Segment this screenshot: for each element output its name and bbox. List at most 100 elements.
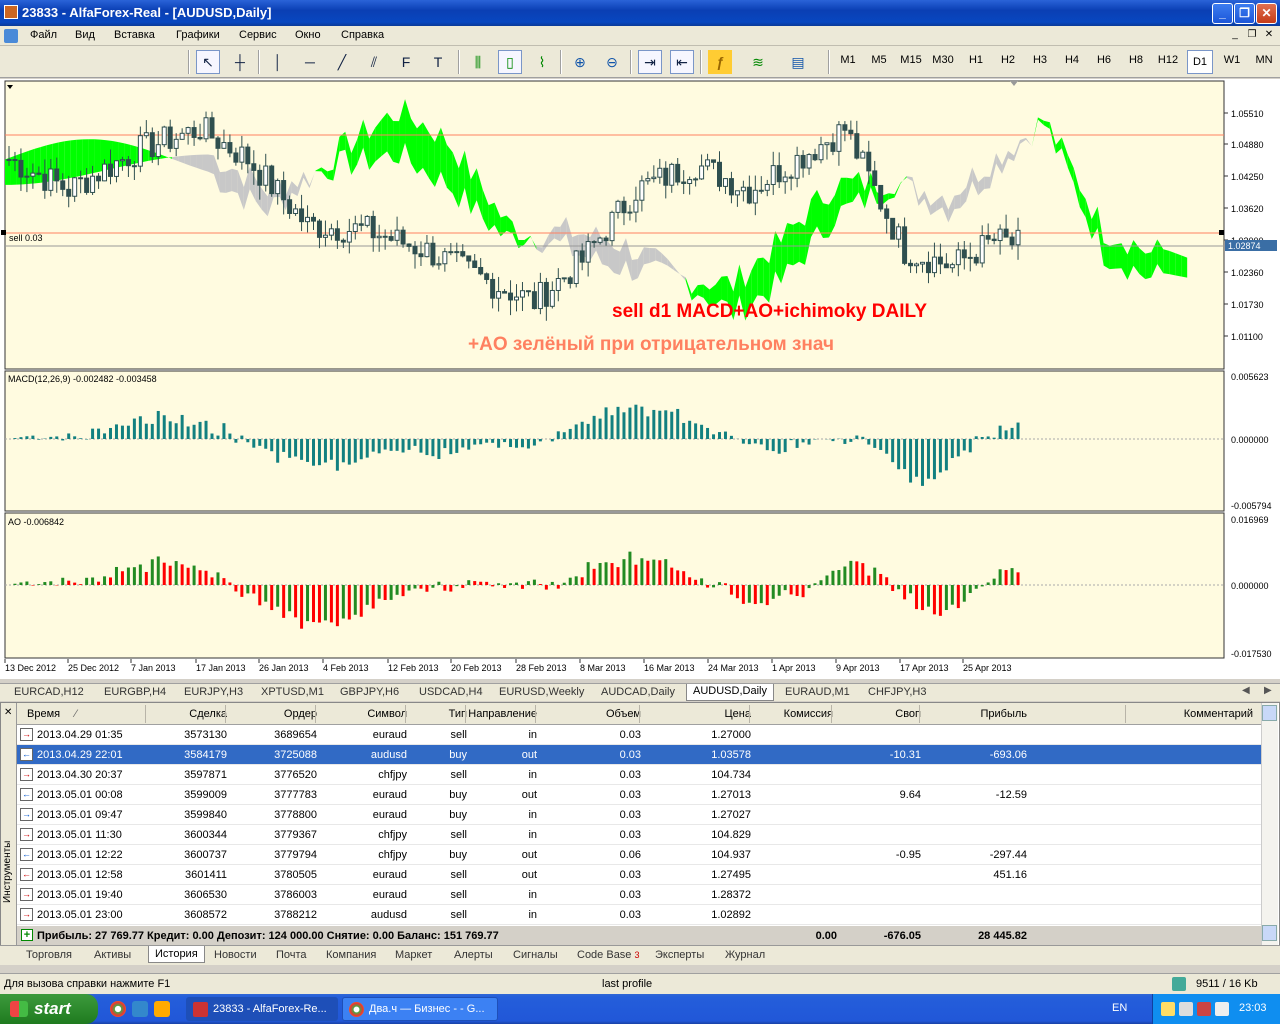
column-header[interactable]: Тип bbox=[407, 708, 467, 720]
minimize-button[interactable]: _ bbox=[1212, 3, 1233, 24]
timeframe-h3[interactable]: H3 bbox=[1027, 54, 1053, 66]
chart-window-icon[interactable] bbox=[4, 29, 18, 43]
ie-icon[interactable] bbox=[132, 1001, 148, 1017]
zoom-in-icon[interactable]: ⊕ bbox=[568, 50, 592, 74]
timeframe-h12[interactable]: H12 bbox=[1155, 54, 1181, 66]
timeframe-h8[interactable]: H8 bbox=[1123, 54, 1149, 66]
column-header[interactable]: Сделка bbox=[147, 708, 227, 720]
column-header[interactable]: Комиссия bbox=[751, 708, 833, 720]
terminal-tab[interactable]: Компания bbox=[326, 949, 376, 961]
timeframe-m30[interactable]: M30 bbox=[930, 54, 956, 66]
table-row[interactable]: → 2013.04.29 01:35 3573130 3689654 euraud sel… bbox=[17, 725, 1261, 745]
timeframe-h6[interactable]: H6 bbox=[1091, 54, 1117, 66]
timeframe-m5[interactable]: M5 bbox=[866, 54, 892, 66]
timeframe-mn[interactable]: MN bbox=[1251, 54, 1277, 66]
chart-tab[interactable]: XPTUSD,M1 bbox=[255, 685, 330, 701]
table-row[interactable]: ← 2013.05.01 12:22 3600737 3779794 chfjpy buy… bbox=[17, 845, 1261, 865]
terminal-tab[interactable]: Журнал bbox=[725, 949, 765, 961]
table-row[interactable]: → 2013.04.30 20:37 3597871 3776520 chfjpy sel… bbox=[17, 765, 1261, 785]
mdi-restore-button[interactable]: ❐ bbox=[1245, 28, 1259, 42]
terminal-tab[interactable]: Алерты bbox=[454, 949, 493, 961]
menu-tools[interactable]: Сервис bbox=[239, 29, 277, 41]
table-row[interactable]: → 2013.05.01 19:40 3606530 3786003 euraud sel… bbox=[17, 885, 1261, 905]
chart-tab[interactable]: EURCAD,H12 bbox=[8, 685, 90, 701]
timeframe-m15[interactable]: M15 bbox=[898, 54, 924, 66]
start-button[interactable]: start bbox=[0, 994, 98, 1024]
column-header[interactable]: Прибыль bbox=[921, 708, 1027, 720]
volume-icon[interactable] bbox=[1215, 1002, 1229, 1016]
cursor-icon[interactable]: ↖ bbox=[196, 50, 220, 74]
timeframe-h1[interactable]: H1 bbox=[963, 54, 989, 66]
templates-icon[interactable]: ▤ bbox=[786, 50, 810, 74]
zoom-out-icon[interactable]: ⊖ bbox=[600, 50, 624, 74]
terminal-tab[interactable]: Маркет bbox=[395, 949, 432, 961]
menu-view[interactable]: Вид bbox=[75, 29, 95, 41]
vertical-scrollbar[interactable] bbox=[1261, 703, 1278, 946]
timeframe-w1[interactable]: W1 bbox=[1219, 54, 1245, 66]
chart-tab[interactable]: USDCAD,H4 bbox=[413, 685, 489, 701]
timeframe-h4[interactable]: H4 bbox=[1059, 54, 1085, 66]
bar-chart-icon[interactable]: ⫼ bbox=[466, 50, 490, 74]
table-row[interactable]: → 2013.05.01 23:00 3608572 3788212 audusd sel… bbox=[17, 905, 1261, 925]
scroll-down-button[interactable] bbox=[1262, 925, 1277, 941]
menu-file[interactable]: Файл bbox=[30, 29, 57, 41]
terminal-tab[interactable]: Code Base 3 bbox=[577, 949, 639, 961]
menu-insert[interactable]: Вставка bbox=[114, 29, 155, 41]
column-header[interactable]: Символ bbox=[317, 708, 407, 720]
table-row[interactable]: ← 2013.05.01 00:08 3599009 3777783 euraud buy… bbox=[17, 785, 1261, 805]
close-button[interactable]: ✕ bbox=[1256, 3, 1277, 24]
chart-tab[interactable]: GBPJPY,H6 bbox=[334, 685, 405, 701]
column-header[interactable]: Цена bbox=[641, 708, 751, 720]
horizontal-line-icon[interactable]: ─ bbox=[298, 50, 322, 74]
timeframe-h2[interactable]: H2 bbox=[995, 54, 1021, 66]
chart-tab[interactable]: EURAUD,M1 bbox=[779, 685, 856, 701]
periods-icon[interactable]: ≋ bbox=[746, 50, 770, 74]
tray-icon[interactable] bbox=[1197, 1002, 1211, 1016]
line-chart-icon[interactable]: ⌇ bbox=[530, 50, 554, 74]
column-header[interactable]: Своп bbox=[833, 708, 921, 720]
menu-help[interactable]: Справка bbox=[341, 29, 384, 41]
chart-tab[interactable]: EURGBP,H4 bbox=[98, 685, 172, 701]
column-header[interactable]: Время bbox=[27, 708, 87, 720]
chart-tab[interactable]: EURJPY,H3 bbox=[178, 685, 249, 701]
vertical-line-icon[interactable]: │ bbox=[266, 50, 290, 74]
chart-tab[interactable]: AUDUSD,Daily bbox=[686, 684, 774, 701]
column-header[interactable]: Объем bbox=[537, 708, 641, 720]
chart-tab[interactable]: CHFJPY,H3 bbox=[862, 685, 932, 701]
tab-scroll-right-icon[interactable]: ▶ bbox=[1264, 685, 1272, 696]
table-row[interactable]: → 2013.05.01 11:30 3600344 3779367 chfjpy sel… bbox=[17, 825, 1261, 845]
text-icon[interactable]: T bbox=[426, 50, 450, 74]
chrome-icon[interactable] bbox=[110, 1001, 126, 1017]
chart-tab[interactable]: AUDCAD,Daily bbox=[595, 685, 681, 701]
maximize-button[interactable]: ❐ bbox=[1234, 3, 1255, 24]
timeframe-d1[interactable]: D1 bbox=[1187, 50, 1213, 74]
indicators-icon[interactable]: ƒ bbox=[708, 50, 732, 74]
chart-canvas[interactable]: 1.055101.048801.042501.036201.030001.023… bbox=[0, 79, 1280, 679]
column-header[interactable]: Направление bbox=[467, 708, 537, 720]
autoscroll-icon[interactable]: ⇥ bbox=[638, 50, 662, 74]
terminal-tab[interactable]: Торговля bbox=[26, 949, 72, 961]
quicklaunch-icon[interactable] bbox=[154, 1001, 170, 1017]
tab-scroll-left-icon[interactable]: ◀ bbox=[1242, 685, 1250, 696]
candle-chart-icon[interactable]: ▯ bbox=[498, 50, 522, 74]
table-row[interactable]: ← 2013.05.01 12:58 3601411 3780505 euraud sel… bbox=[17, 865, 1261, 885]
mdi-minimize-button[interactable]: _ bbox=[1228, 28, 1242, 42]
scroll-up-button[interactable] bbox=[1262, 705, 1277, 721]
terminal-tab[interactable]: Новости bbox=[214, 949, 257, 961]
channel-icon[interactable]: ⫽ bbox=[362, 50, 386, 74]
table-row[interactable]: ← 2013.04.29 22:01 3584179 3725088 audusd buy… bbox=[17, 745, 1261, 765]
terminal-tab[interactable]: Активы bbox=[94, 949, 131, 961]
task-chrome[interactable]: Два.ч — Бизнес - - G... bbox=[342, 997, 498, 1021]
column-header[interactable]: Ордер bbox=[227, 708, 317, 720]
chart-tab[interactable]: EURUSD,Weekly bbox=[493, 685, 590, 701]
terminal-tab[interactable]: История bbox=[148, 946, 205, 963]
menu-charts[interactable]: Графики bbox=[176, 29, 220, 41]
terminal-tab[interactable]: Эксперты bbox=[655, 949, 704, 961]
fibonacci-icon[interactable]: F bbox=[394, 50, 418, 74]
terminal-tab[interactable]: Почта bbox=[276, 949, 307, 961]
task-metatrader[interactable]: 23833 - AlfaForex-Re... bbox=[186, 997, 338, 1021]
table-row[interactable]: → 2013.05.01 09:47 3599840 3778800 euraud buy… bbox=[17, 805, 1261, 825]
status-profile[interactable]: last profile bbox=[602, 978, 652, 990]
trendline-icon[interactable]: ╱ bbox=[330, 50, 354, 74]
language-indicator[interactable]: EN bbox=[1112, 1002, 1127, 1014]
